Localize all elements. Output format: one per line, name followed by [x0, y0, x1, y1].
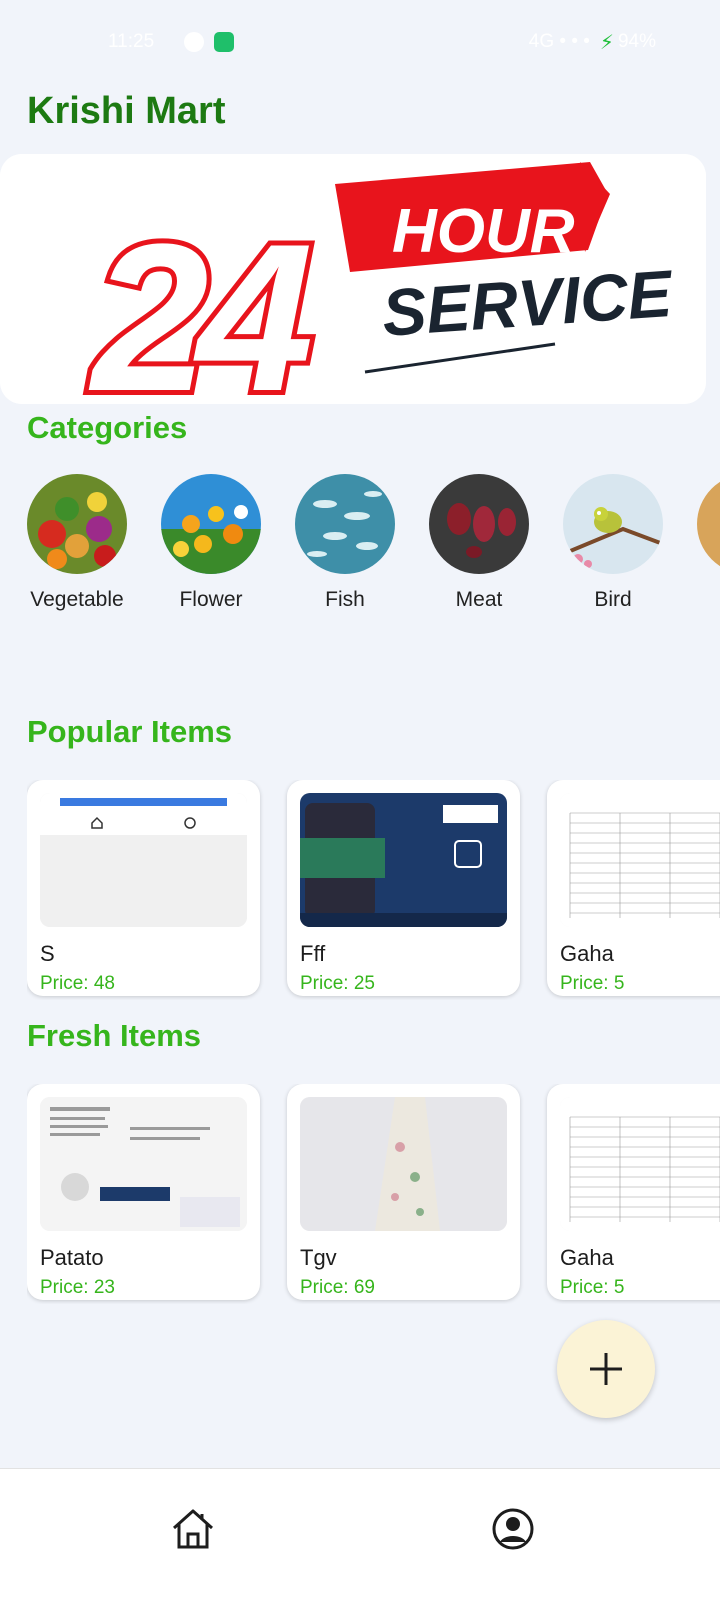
product-card[interactable]: Fff Price: 25 — [287, 780, 520, 996]
fresh-items-row: Patato Price: 23 Tgv Price: 69 Gaha Pric… — [27, 1084, 720, 1304]
product-name: Gaha — [560, 1245, 614, 1270]
product-name: Patato — [40, 1245, 104, 1270]
product-price: Price: 69 — [300, 1277, 507, 1299]
app-title: Krishi Mart — [27, 90, 226, 132]
category-fish[interactable]: Fish — [295, 474, 395, 624]
status-bar: 11:25 4G • • • ⚡ 94% — [0, 0, 720, 84]
fish-image — [295, 474, 395, 574]
meat-image — [429, 474, 529, 574]
notification-icon — [184, 32, 205, 52]
account-circle-icon — [492, 1508, 534, 1550]
product-price: Price: 5 — [560, 973, 720, 995]
vegetable-image — [27, 474, 127, 574]
banner-number: 24 — [88, 200, 311, 404]
product-image — [300, 1097, 507, 1231]
product-card[interactable]: Gaha Price: 5 — [547, 780, 720, 996]
price-prefix: Price: — [560, 973, 614, 994]
price-prefix: Price: — [40, 973, 94, 994]
price-value: 23 — [93, 1277, 115, 1298]
categories-list: Vegetable Flower Fish Meat Bird — [27, 474, 720, 624]
product-image — [40, 1097, 247, 1231]
status-time: 11:25 — [108, 31, 155, 52]
price-value: 48 — [93, 973, 115, 994]
product-name: Gaha — [560, 941, 614, 966]
category-vegetable[interactable]: Vegetable — [27, 474, 127, 624]
price-value: 69 — [353, 1277, 375, 1298]
product-card[interactable]: Patato Price: 23 — [27, 1084, 260, 1300]
product-image — [560, 793, 720, 927]
bird-image — [563, 474, 663, 574]
plus-icon — [590, 1353, 622, 1385]
category-flower[interactable]: Flower — [161, 474, 261, 624]
product-image — [300, 793, 507, 927]
product-name: Tgv — [300, 1245, 337, 1270]
flower-image — [161, 474, 261, 574]
nav-home-button[interactable] — [163, 1499, 223, 1559]
signal-icons: 4G • • • — [528, 31, 590, 52]
price-value: 25 — [353, 973, 375, 994]
category-meat[interactable]: Meat — [429, 474, 529, 624]
price-prefix: Price: — [560, 1277, 614, 1298]
product-price: Price: 23 — [40, 1277, 247, 1299]
product-image — [560, 1097, 720, 1231]
nav-profile-button[interactable] — [483, 1499, 543, 1559]
banner-hour: HOUR — [392, 197, 575, 266]
category-bird[interactable]: Bird — [563, 474, 663, 624]
add-item-button[interactable] — [557, 1320, 655, 1418]
product-card[interactable]: S Price: 48 — [27, 780, 260, 996]
price-prefix: Price: — [300, 1277, 354, 1298]
category-label: Bird — [594, 588, 632, 611]
product-image — [40, 793, 247, 927]
category-label: Meat — [455, 588, 503, 611]
category-more[interactable] — [697, 474, 720, 624]
product-card[interactable]: Tgv Price: 69 — [287, 1084, 520, 1300]
category-label: Flower — [179, 588, 243, 611]
category-label: Vegetable — [30, 588, 124, 611]
home-icon — [172, 1509, 214, 1549]
charging-icon: ⚡ — [599, 31, 614, 54]
promo-banner[interactable]: 24 HOUR SERVICE — [0, 154, 706, 404]
price-value: 5 — [613, 1277, 625, 1298]
product-price: Price: 48 — [40, 973, 247, 995]
grain-image — [697, 474, 720, 574]
product-name: Fff — [300, 941, 326, 966]
categories-title: Categories — [27, 410, 188, 445]
category-label: Fish — [325, 588, 365, 611]
bottom-navigation — [0, 1468, 720, 1600]
popular-items-row: S Price: 48 Fff Price: 25 Gaha Price: 5 — [27, 780, 720, 1000]
popular-items-title: Popular Items — [27, 714, 232, 749]
banner-graphic: 24 HOUR SERVICE — [0, 154, 706, 404]
product-price: Price: 5 — [560, 1277, 720, 1299]
phone-call-icon — [214, 32, 235, 52]
price-prefix: Price: — [300, 973, 354, 994]
price-prefix: Price: — [40, 1277, 94, 1298]
fresh-items-title: Fresh Items — [27, 1018, 202, 1053]
product-name: S — [40, 941, 55, 966]
product-price: Price: 25 — [300, 973, 507, 995]
price-value: 5 — [613, 973, 625, 994]
product-card[interactable]: Gaha Price: 5 — [547, 1084, 720, 1300]
battery-level: 94% — [617, 31, 656, 52]
